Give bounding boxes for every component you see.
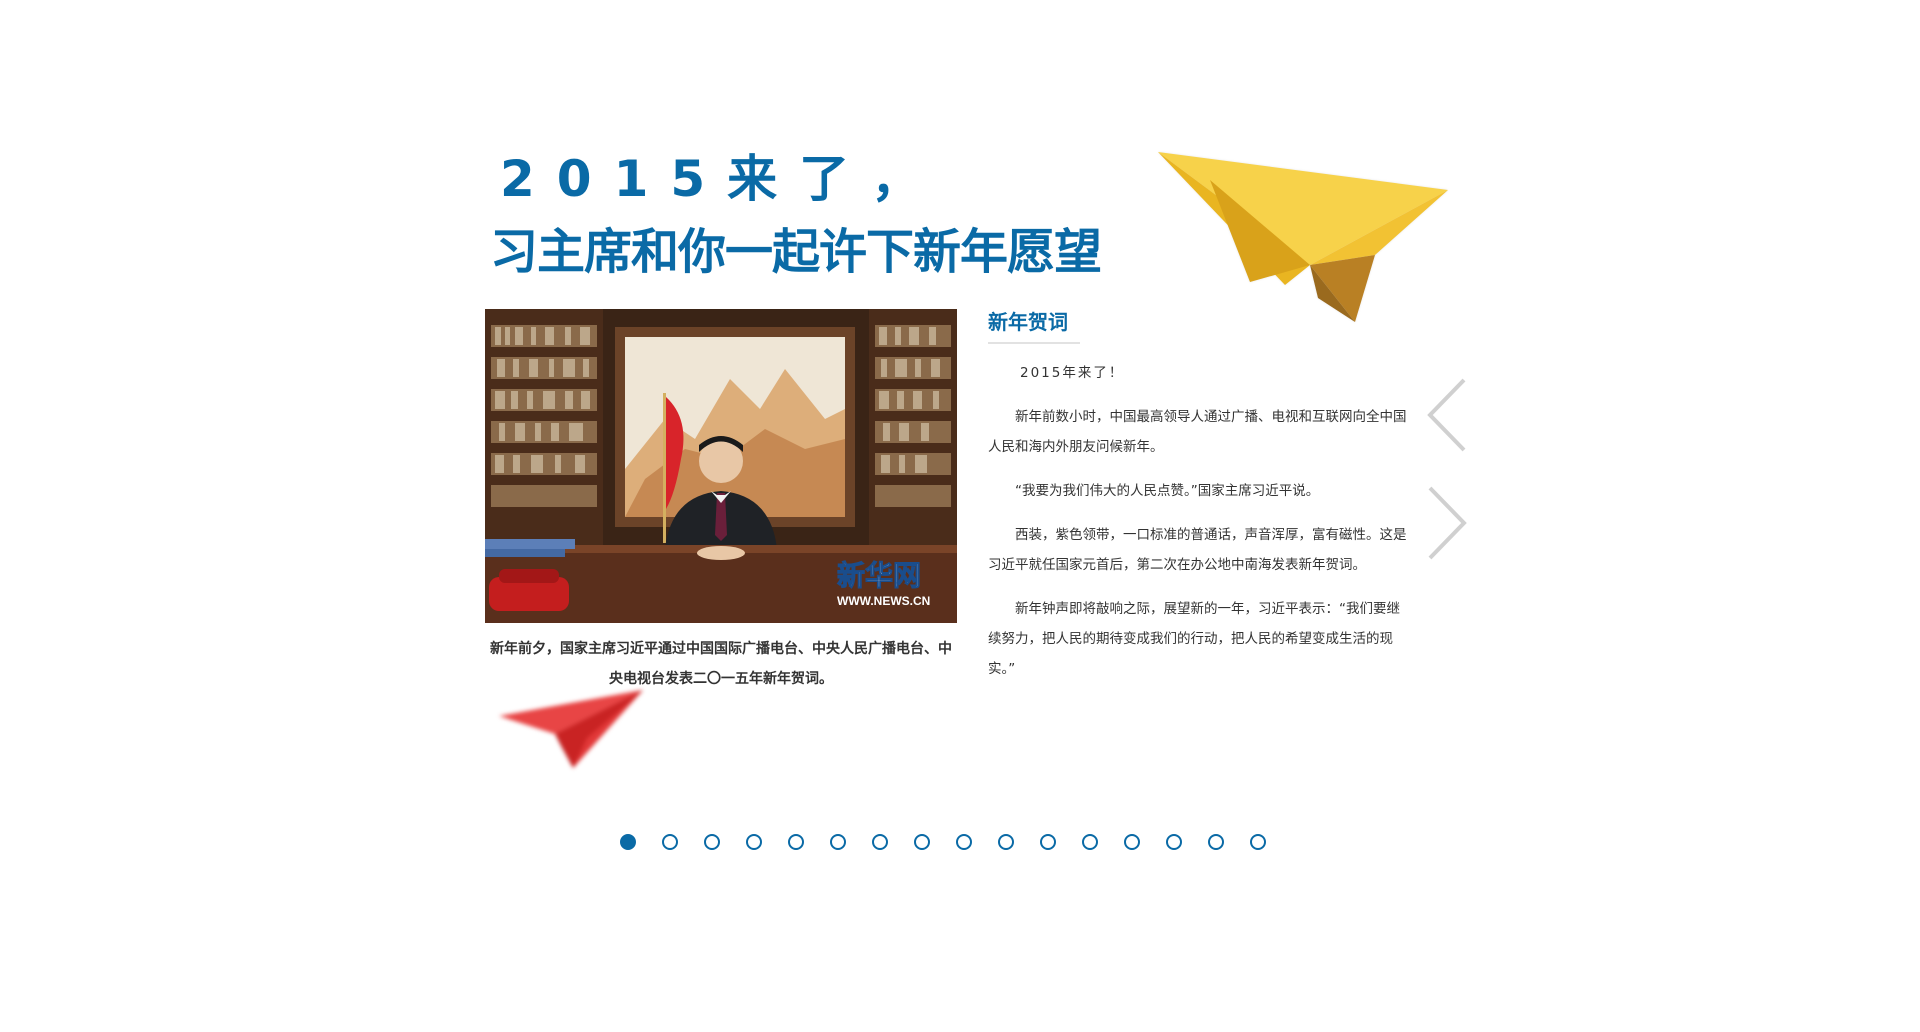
pagination-dot[interactable] <box>914 834 930 850</box>
paper-plane-red-icon <box>499 690 643 768</box>
watermark-logo: 新华网 <box>837 559 921 591</box>
pagination-dot[interactable] <box>746 834 762 850</box>
news-photo-image: 新华网 WWW.NEWS.CN <box>485 309 957 623</box>
paper-plane-yellow-icon <box>1158 152 1448 322</box>
article-title: 新年贺词 <box>988 306 1080 344</box>
pagination-dot[interactable] <box>1082 834 1098 850</box>
article-paragraph: 西装，紫色领带，一口标准的普通话，声音浑厚，富有磁性。这是习近平就任国家元首后，… <box>988 527 1407 573</box>
article-body: 2015年来了！ 新年前数小时，中国最高领导人通过广播、电视和互联网向全中国人民… <box>988 358 1410 698</box>
article-paragraph: 新年前数小时，中国最高领导人通过广播、电视和互联网向全中国人民和海内外朋友问候新… <box>988 409 1407 455</box>
chevron-right-icon <box>1428 486 1467 560</box>
chevron-left-icon <box>1427 378 1466 452</box>
pagination-dot[interactable] <box>1040 834 1056 850</box>
slide-pagination <box>620 834 1292 854</box>
pagination-dot[interactable] <box>872 834 888 850</box>
pagination-dot[interactable] <box>1250 834 1266 850</box>
article-paragraph: “我要为我们伟大的人民点赞。”国家主席习近平说。 <box>1015 483 1320 499</box>
photo-caption: 新年前夕，国家主席习近平通过中国国际广播电台、中央人民广播电台、中央电视台发表二… <box>490 641 952 687</box>
article-paragraph: 新年钟声即将敲响之际，展望新的一年，习近平表示：“我们要继续努力，把人民的期待变… <box>988 601 1400 677</box>
headline-line1: 2015来了， <box>500 150 944 208</box>
next-slide-button[interactable] <box>1424 484 1470 562</box>
pagination-dot[interactable] <box>956 834 972 850</box>
headline-line2: 习主席和你一起许下新年愿望 <box>490 224 1102 280</box>
pagination-dot[interactable] <box>1208 834 1224 850</box>
pagination-dot[interactable] <box>1166 834 1182 850</box>
pagination-dot[interactable] <box>620 834 636 850</box>
slide-stage: 2015来了， 习主席和你一起许下新年愿望 新华网 WWW.NEWS.CN 新年… <box>0 0 1920 1032</box>
pagination-dot[interactable] <box>788 834 804 850</box>
page-headline: 2015来了， 习主席和你一起许下新年愿望 <box>490 140 1102 286</box>
pagination-dot[interactable] <box>662 834 678 850</box>
prev-slide-button[interactable] <box>1424 376 1470 454</box>
pagination-dot[interactable] <box>704 834 720 850</box>
pagination-dot[interactable] <box>830 834 846 850</box>
pagination-dot[interactable] <box>998 834 1014 850</box>
pagination-dot[interactable] <box>1124 834 1140 850</box>
watermark-url: WWW.NEWS.CN <box>837 594 930 608</box>
news-photo: 新华网 WWW.NEWS.CN <box>485 309 957 623</box>
article-paragraph: 2015年来了！ <box>1020 365 1125 381</box>
